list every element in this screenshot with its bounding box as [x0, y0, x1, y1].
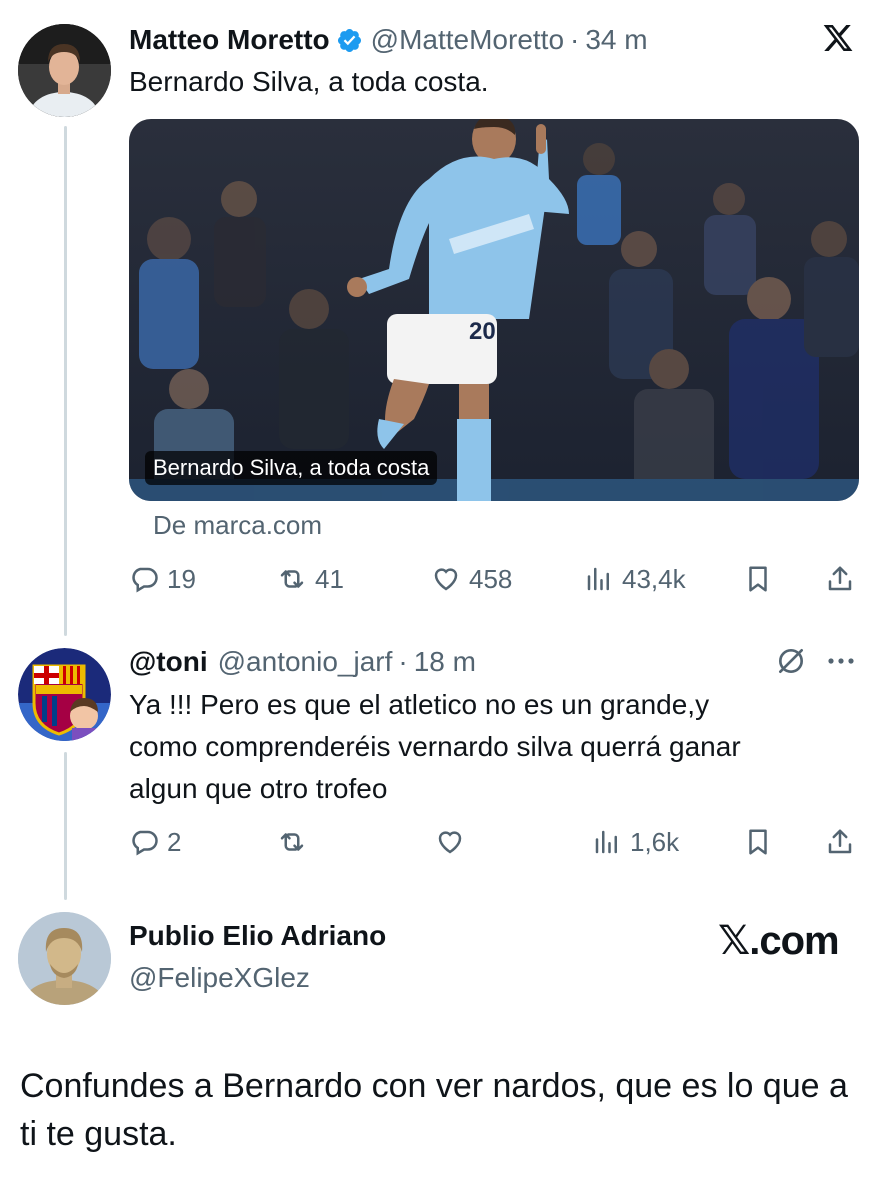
author-handle[interactable]: @MatteMoretto — [371, 24, 564, 56]
separator-dot: · — [570, 24, 580, 55]
quote-author-handle[interactable]: @FelipeXGlez — [129, 962, 310, 994]
thread-line-lower — [64, 752, 67, 900]
like-icon — [438, 831, 462, 854]
share-icon — [828, 829, 852, 854]
media-caption: Bernardo Silva, a toda costa — [145, 451, 438, 485]
bookmark-button[interactable] — [743, 559, 773, 599]
reply-text: Ya !!! Pero es que el atletico no es un … — [129, 684, 741, 810]
reply-actions: 2 1,6k — [129, 822, 859, 862]
player-photo: 20 — [129, 119, 859, 501]
reply-separator-dot: · — [398, 646, 408, 677]
reply-text-line: Ya !!! Pero es que el atletico no es un … — [129, 689, 710, 720]
quote-author-name[interactable]: Publio Elio Adriano — [129, 920, 386, 952]
reply-text-line: como comprenderéis vernardo silva querrá… — [129, 731, 741, 762]
repost-button[interactable]: 41 — [277, 559, 344, 599]
reply-timestamp[interactable]: 18 m — [414, 646, 476, 678]
reply-button[interactable]: 19 — [129, 559, 196, 599]
grok-icon[interactable] — [775, 645, 807, 677]
reply-views-button[interactable]: 1,6k — [592, 822, 679, 862]
like-icon — [434, 568, 458, 591]
avatar-matteo[interactable] — [18, 24, 111, 117]
tweet-media[interactable]: 20 Bernardo Silva, a toda costa — [129, 119, 859, 501]
reply-author-handle[interactable]: @antonio_jarf — [218, 646, 393, 678]
repost-icon — [280, 833, 304, 851]
avatar-toni[interactable] — [18, 648, 111, 741]
views-button[interactable]: 43,4k — [584, 559, 686, 599]
tweet-text: Bernardo Silva, a toda costa. — [129, 66, 489, 97]
reply-reply-button[interactable]: 2 — [129, 822, 181, 862]
svg-text:20: 20 — [469, 318, 496, 345]
reply-text-line: algun que otro trofeo — [129, 773, 388, 804]
reply-repost-button[interactable] — [277, 822, 307, 862]
reply-like-button[interactable] — [435, 822, 465, 862]
reply-count: 19 — [167, 563, 196, 594]
avatar-publio[interactable] — [18, 912, 111, 1005]
like-count: 458 — [469, 563, 513, 594]
x-com-brand: 𝕏.com — [718, 919, 840, 963]
reply-share-button[interactable] — [825, 822, 855, 862]
views-icon — [587, 567, 609, 591]
tweet-header: Matteo Moretto @MatteMoretto · 34 m — [129, 24, 648, 56]
final-reply-text: Confundes a Bernardo con ver nardos, que… — [20, 1067, 848, 1153]
reply-icon — [132, 830, 158, 856]
verified-badge-icon — [337, 28, 361, 52]
timestamp[interactable]: 34 m — [585, 24, 647, 56]
reply-icon — [132, 567, 158, 593]
reply-reply-count: 2 — [167, 826, 182, 857]
share-icon — [828, 566, 852, 591]
reply-views-count: 1,6k — [630, 826, 680, 857]
repost-icon — [280, 570, 304, 588]
author-name[interactable]: Matteo Moretto — [129, 24, 330, 56]
x-logo-icon — [823, 25, 853, 51]
views-count: 43,4k — [622, 563, 686, 594]
like-button[interactable]: 458 — [431, 559, 512, 599]
views-icon — [595, 830, 617, 854]
reply-header: @toni @antonio_jarf · 18 m — [129, 646, 476, 678]
share-button[interactable] — [825, 559, 855, 599]
reply-author-name[interactable]: @toni — [129, 646, 208, 678]
reply-bookmark-button[interactable] — [743, 822, 773, 862]
thread-line-upper — [64, 126, 67, 636]
quote-header: Publio Elio Adriano — [129, 920, 386, 952]
more-icon[interactable] — [826, 651, 856, 671]
bookmark-icon — [749, 829, 767, 855]
link-source[interactable]: De marca.com — [153, 510, 322, 541]
repost-count: 41 — [315, 563, 344, 594]
tweet-actions: 19 41 458 43,4k — [129, 559, 859, 599]
bookmark-icon — [749, 566, 767, 592]
quote-handle-row: @FelipeXGlez — [129, 962, 310, 994]
